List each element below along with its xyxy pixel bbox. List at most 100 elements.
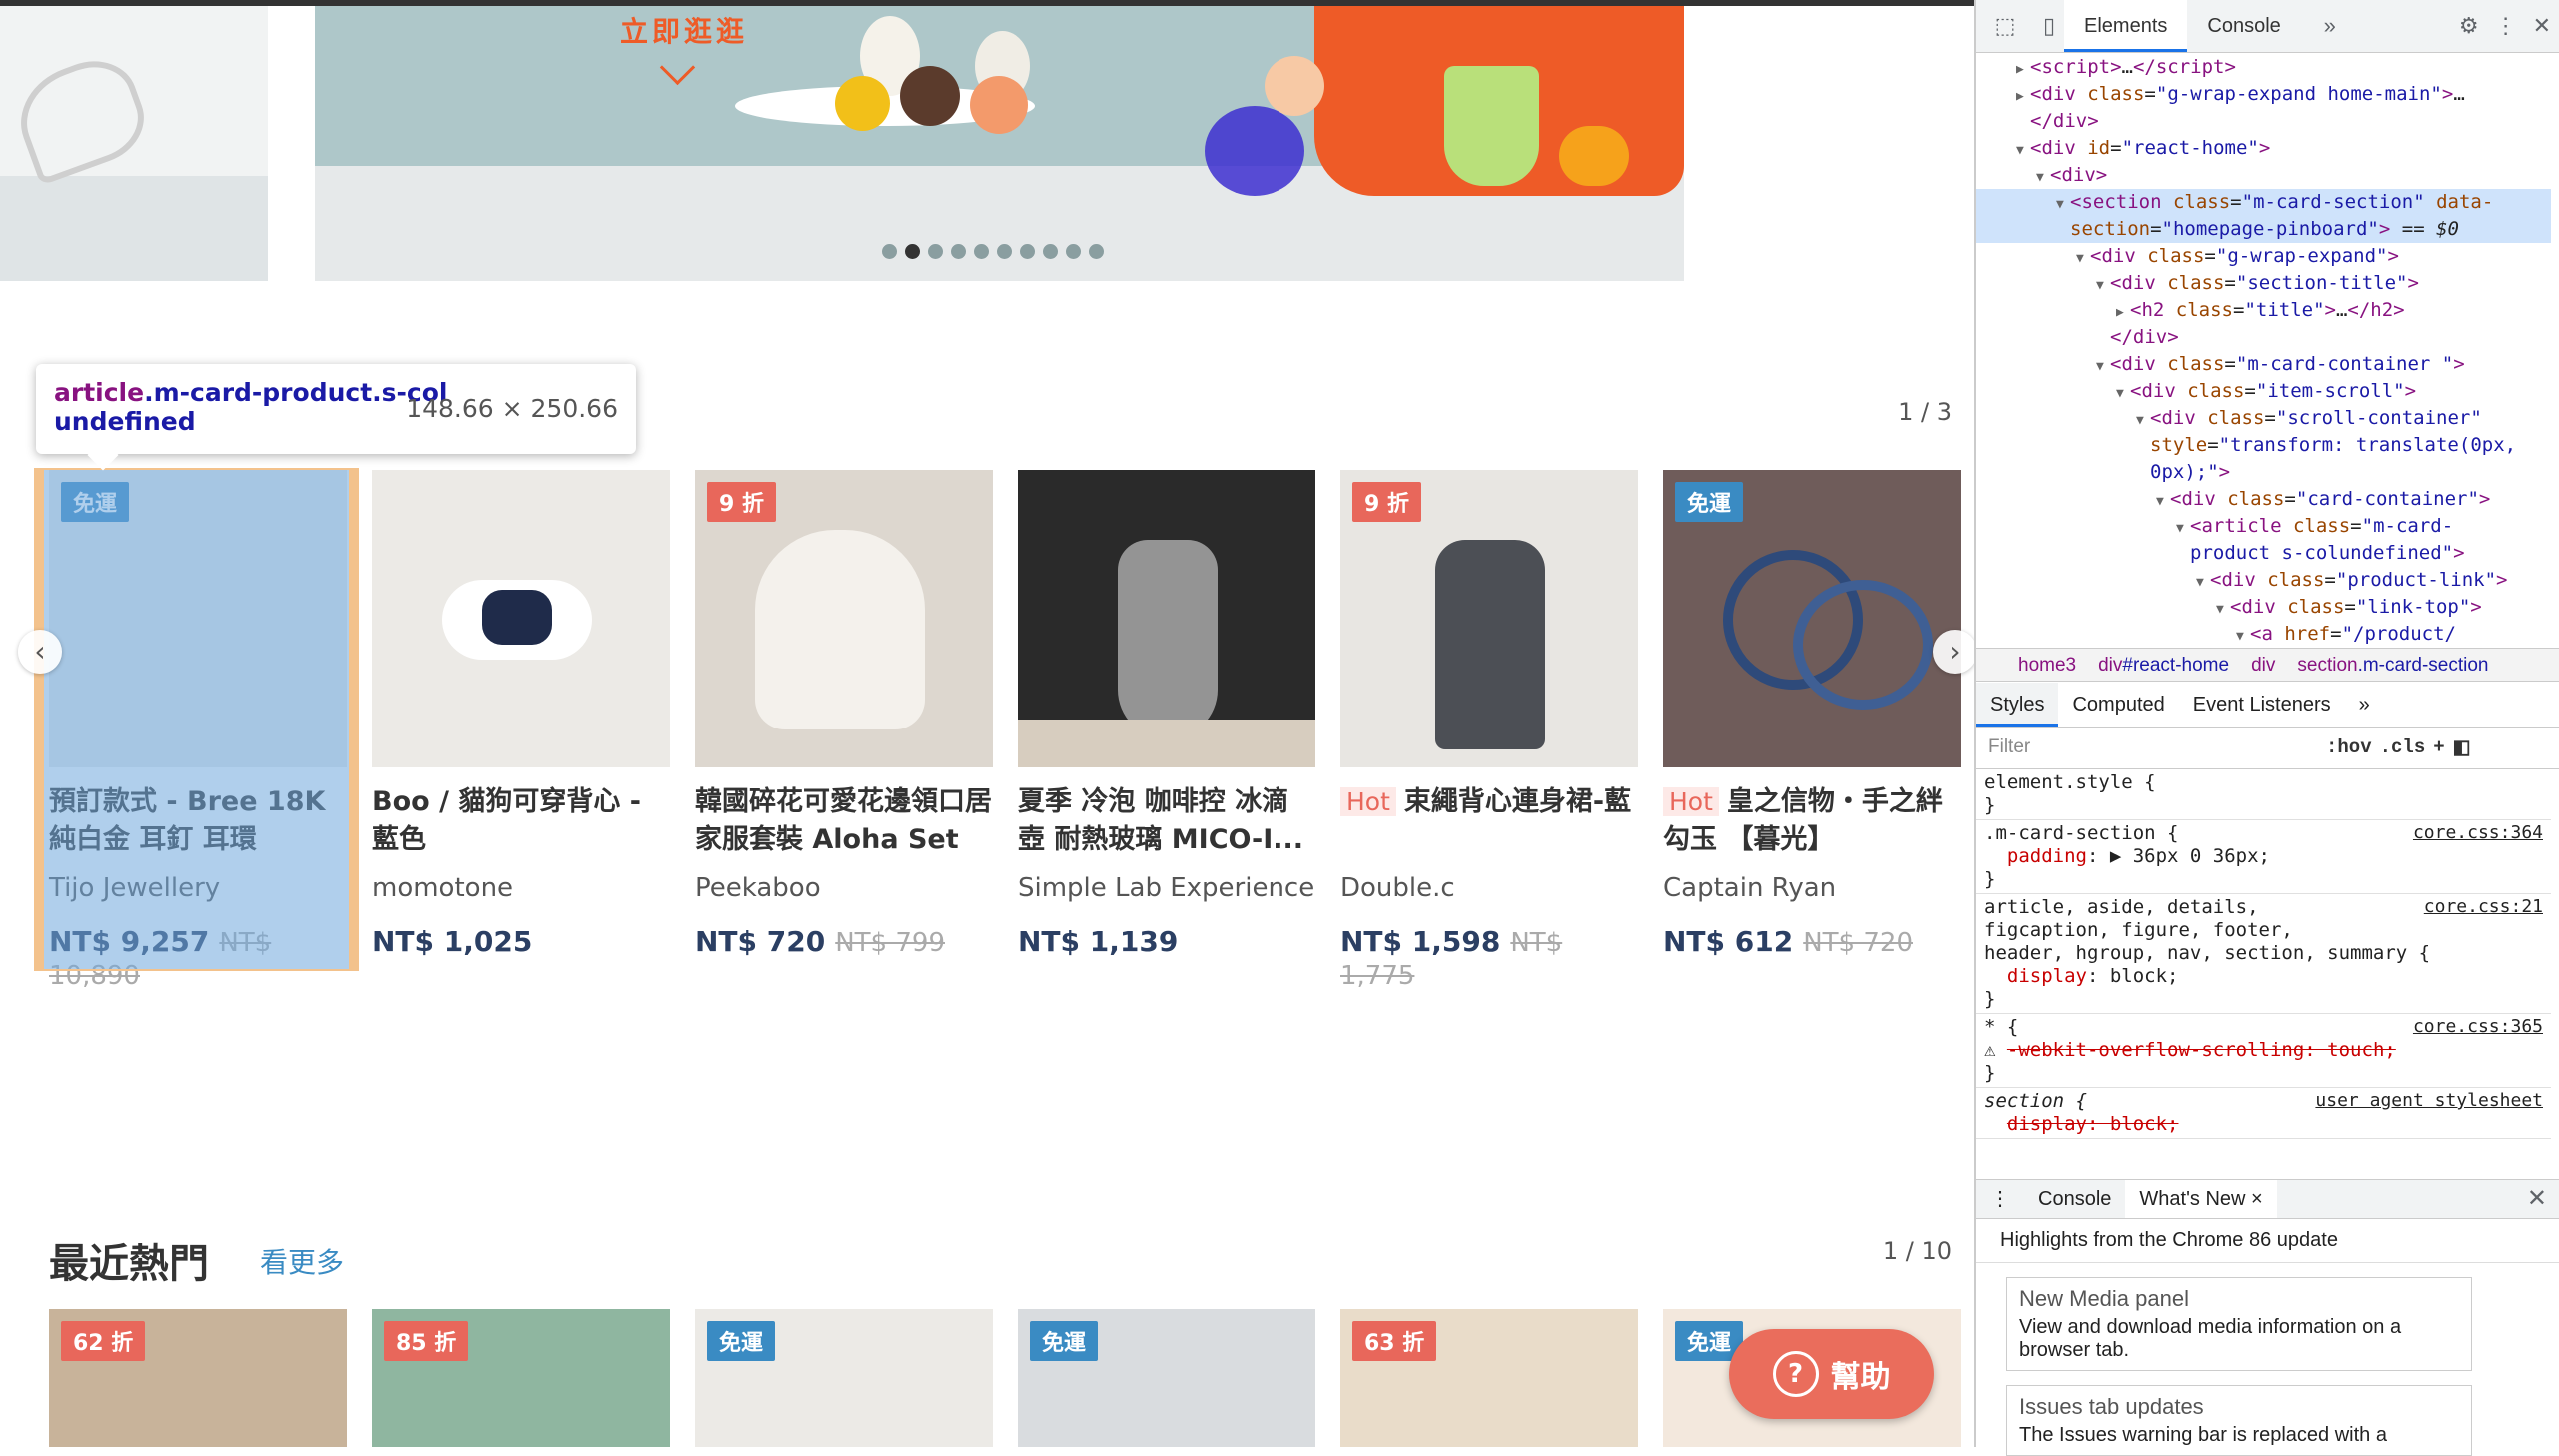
dom-node[interactable]: ▼ <article class="m-card- xyxy=(1976,513,2551,540)
css-source-link[interactable]: core.css:364 xyxy=(2413,822,2543,843)
breadcrumb-item[interactable]: section.m-card-section xyxy=(2297,649,2488,681)
drawer-menu-icon[interactable]: ⋮ xyxy=(1976,1180,2024,1218)
tab-computed[interactable]: Computed xyxy=(2058,683,2178,727)
dom-node[interactable]: ▼ <div class="product-link"> xyxy=(1976,567,2551,594)
product-title[interactable]: Boo / 貓狗可穿背心 - 藍色 xyxy=(372,783,670,859)
dom-node[interactable]: style="transform: translate(0px, xyxy=(1976,432,2551,459)
carousel-dot[interactable] xyxy=(905,244,920,259)
device-toggle-icon[interactable]: ▯ xyxy=(2034,11,2064,41)
css-source-link[interactable]: user agent stylesheet xyxy=(2315,1090,2543,1111)
add-rule-icon[interactable]: + xyxy=(2433,736,2444,758)
whats-new-card[interactable]: New Media panel View and download media i… xyxy=(2006,1277,2472,1371)
product-image[interactable]: 9 折 xyxy=(1340,470,1638,767)
product-card[interactable]: Boo / 貓狗可穿背心 - 藍色 momotone NT$ 1,025 xyxy=(372,470,670,958)
dom-node[interactable]: ▼ <div> xyxy=(1976,162,2551,189)
css-rule[interactable]: core.css:364 .m-card-section { padding: ▶… xyxy=(1976,820,2551,894)
dom-node[interactable]: ▼ <a href="/product/ xyxy=(1976,621,2551,648)
carousel-dot[interactable] xyxy=(1089,244,1104,259)
kebab-menu-icon[interactable]: ⋮ xyxy=(2495,13,2517,39)
tab-event-listeners[interactable]: Event Listeners xyxy=(2179,683,2345,727)
dom-node[interactable]: ▼ <section class="m-card-section" data- xyxy=(1976,189,2551,216)
see-more-link[interactable]: 看更多 xyxy=(260,1241,344,1281)
carousel-prev-arrow[interactable]: ‹ xyxy=(18,630,62,674)
banner-cta-text[interactable]: 立即逛逛 xyxy=(620,10,748,50)
drawer-tab-console[interactable]: Console xyxy=(2024,1180,2125,1218)
product-card[interactable]: 免運 xyxy=(695,1309,993,1447)
sidebar-toggle-icon[interactable]: ◧ xyxy=(2453,736,2471,759)
dom-node[interactable]: </div> xyxy=(1976,324,2551,351)
product-card[interactable]: 62 折 xyxy=(49,1309,347,1447)
product-card[interactable]: 免運 Hot 皇之信物・手之絆勾玉 【暮光】 Captain Ryan NT$ 612 N… xyxy=(1663,470,1961,958)
dom-node[interactable]: product s-colundefined"> xyxy=(1976,540,2551,567)
dom-tree[interactable]: ▶ <script>…</script> ▶ <div class="g-wrap-e… xyxy=(1976,54,2551,648)
help-button[interactable]: ? 幫助 xyxy=(1729,1329,1934,1419)
product-image[interactable] xyxy=(372,470,670,767)
dom-node[interactable]: ▼ <div class="g-wrap-expand"> xyxy=(1976,243,2551,270)
whats-new-card[interactable]: Issues tab updates The Issues warning bar… xyxy=(2006,1385,2472,1456)
css-rule[interactable]: core.css:21 article, aside, details, figca… xyxy=(1976,894,2551,1014)
product-brand[interactable]: Double.c xyxy=(1340,873,1638,903)
product-title[interactable]: 韓國碎花可愛花邊領口居家服套裝 Aloha Set xyxy=(695,783,993,859)
dom-node[interactable]: section="homepage-pinboard"> == $0 xyxy=(1976,216,2551,243)
inspect-cursor-icon[interactable]: ⬚ xyxy=(1990,11,2020,41)
breadcrumb-item[interactable]: div#react-home xyxy=(2098,649,2229,681)
banner-left-image[interactable] xyxy=(0,6,268,281)
product-image[interactable] xyxy=(1018,470,1315,767)
close-icon[interactable]: × xyxy=(2251,1188,2263,1210)
carousel-dot[interactable] xyxy=(1066,244,1081,259)
dom-node[interactable]: ▼ <div class="section-title"> xyxy=(1976,270,2551,297)
dom-node[interactable]: ▼ <div class="scroll-container" xyxy=(1976,405,2551,432)
product-card[interactable]: 9 折韓國碎花可愛花邊領口居家服套裝 Aloha Set Peekaboo NT$ … xyxy=(695,470,993,958)
css-source-link[interactable]: core.css:21 xyxy=(2424,896,2543,917)
carousel-dot[interactable] xyxy=(974,244,989,259)
breadcrumb-item[interactable]: home3 xyxy=(2018,649,2076,681)
product-image[interactable]: 9 折 xyxy=(695,470,993,767)
more-tabs-icon[interactable]: » xyxy=(2345,683,2384,727)
product-card[interactable]: 夏季 冷泡 咖啡控 冰滴壺 耐熱玻璃 MICO-I... Simple Lab E… xyxy=(1018,470,1315,958)
banner-main-image[interactable] xyxy=(315,6,1684,281)
carousel-dot[interactable] xyxy=(928,244,943,259)
dom-node[interactable]: ▼ <div class="item-scroll"> xyxy=(1976,378,2551,405)
product-card[interactable]: 63 折 xyxy=(1340,1309,1638,1447)
tab-console[interactable]: Console xyxy=(2187,0,2300,52)
filter-input[interactable]: Filter xyxy=(1988,736,2318,758)
product-card[interactable]: 9 折 Hot 束繩背心連身裙-藍 Double.c NT$ 1,598 NT$ 1,77… xyxy=(1340,470,1638,991)
carousel-dot[interactable] xyxy=(997,244,1012,259)
close-icon[interactable]: ✕ xyxy=(2533,13,2551,39)
gear-icon[interactable]: ⚙ xyxy=(2459,13,2479,39)
carousel-next-arrow[interactable]: › xyxy=(1933,630,1974,674)
product-card[interactable]: 85 折 xyxy=(372,1309,670,1447)
dom-node[interactable]: ▶ <h2 class="title">…</h2> xyxy=(1976,297,2551,324)
product-brand[interactable]: Simple Lab Experience xyxy=(1018,873,1315,903)
dom-node[interactable]: ▼ <div class="card-container"> xyxy=(1976,486,2551,513)
dom-node[interactable]: ▶ <div class="g-wrap-expand home-main">… xyxy=(1976,81,2551,108)
carousel-dot[interactable] xyxy=(882,244,897,259)
drawer-tab-whats-new[interactable]: What's New × xyxy=(2125,1180,2277,1218)
css-rule[interactable]: element.style {} xyxy=(1976,769,2551,820)
product-image[interactable]: 免運 xyxy=(1663,470,1961,767)
css-rule[interactable]: core.css:365 * {⚠ -webkit-overflow-scroll… xyxy=(1976,1014,2551,1088)
close-drawer-icon[interactable]: ✕ xyxy=(2527,1184,2547,1213)
carousel-dot[interactable] xyxy=(1020,244,1035,259)
css-rule[interactable]: user agent stylesheet section { display: … xyxy=(1976,1088,2551,1139)
product-brand[interactable]: momotone xyxy=(372,873,670,903)
carousel-dots[interactable] xyxy=(882,244,1104,259)
product-title[interactable]: 夏季 冷泡 咖啡控 冰滴壺 耐熱玻璃 MICO-I... xyxy=(1018,783,1315,859)
dom-node[interactable]: ▶ <script>…</script> xyxy=(1976,54,2551,81)
dom-node[interactable]: ▼ <div class="link-top"> xyxy=(1976,594,2551,621)
product-title[interactable]: Hot 束繩背心連身裙-藍 xyxy=(1340,783,1638,859)
carousel-dot[interactable] xyxy=(951,244,966,259)
hov-toggle[interactable]: :hov xyxy=(2326,736,2372,758)
dom-node[interactable]: ▼ <div id="react-home"> xyxy=(1976,135,2551,162)
product-title[interactable]: Hot 皇之信物・手之絆勾玉 【暮光】 xyxy=(1663,783,1961,859)
product-brand[interactable]: Peekaboo xyxy=(695,873,993,903)
dom-node[interactable]: </div> xyxy=(1976,108,2551,135)
product-card[interactable]: 免運 xyxy=(1018,1309,1315,1447)
breadcrumb-item[interactable]: div xyxy=(2251,649,2275,681)
tab-elements[interactable]: Elements xyxy=(2064,0,2188,52)
dom-node[interactable]: 0px);"> xyxy=(1976,459,2551,486)
styles-pane[interactable]: element.style {} core.css:364 .m-card-sect… xyxy=(1976,769,2551,1179)
tab-styles[interactable]: Styles xyxy=(1976,683,2059,727)
cls-toggle[interactable]: .cls xyxy=(2380,736,2426,758)
product-brand[interactable]: Captain Ryan xyxy=(1663,873,1961,903)
